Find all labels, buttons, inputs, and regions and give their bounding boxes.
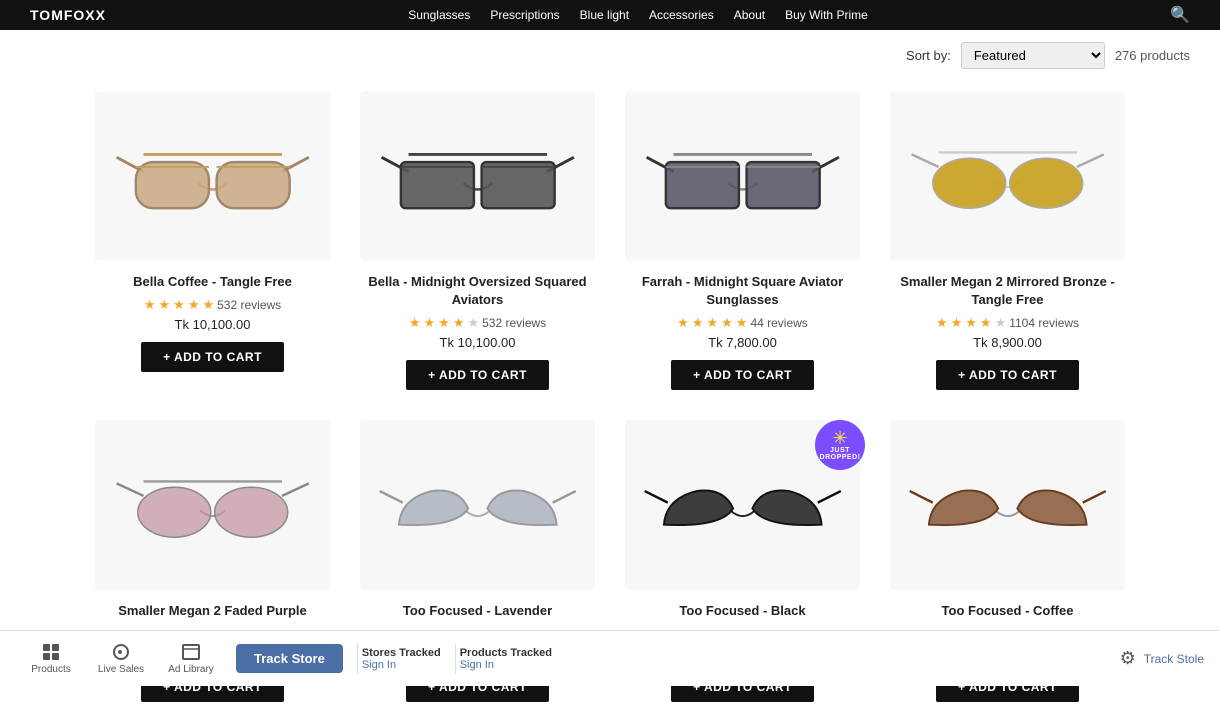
star: ★ — [467, 315, 479, 331]
just-dropped-text: JUSTDROPPED! — [820, 447, 861, 461]
star-rating: ★★★★★ 1104 reviews — [936, 315, 1079, 331]
ad-library-label: Ad Library — [168, 664, 214, 675]
live-sales-icon — [111, 642, 131, 662]
nav-about[interactable]: About — [734, 8, 765, 22]
product-image — [890, 91, 1125, 261]
nav-accessories[interactable]: Accessories — [649, 8, 714, 22]
product-name: Smaller Megan 2 Mirrored Bronze - Tangle… — [890, 273, 1125, 309]
product-name: Too Focused - Lavender — [403, 602, 552, 620]
stores-tracked-signin[interactable]: Sign In — [362, 659, 396, 671]
review-count: 1104 reviews — [1009, 316, 1079, 330]
star: ★ — [144, 297, 156, 313]
star-rating: ★★★★★ 532 reviews — [409, 315, 546, 331]
product-image — [360, 420, 595, 590]
product-price: Tk 10,100.00 — [440, 335, 516, 350]
product-name: Smaller Megan 2 Faded Purple — [118, 602, 307, 620]
products-tracked-label: Products Tracked — [460, 647, 552, 659]
separator — [357, 644, 358, 674]
product-name: Too Focused - Coffee — [942, 602, 1074, 620]
product-image — [625, 91, 860, 261]
nav-buy-with-prime[interactable]: Buy With Prime — [785, 8, 868, 22]
add-to-cart-button[interactable]: + ADD TO CART — [406, 360, 549, 390]
products-nav-item[interactable]: Products — [16, 642, 86, 675]
track-stole-text: Track Stole — [1144, 652, 1204, 666]
top-navigation: TOMFOXX Sunglasses Prescriptions Blue li… — [0, 0, 1220, 30]
add-to-cart-button[interactable]: + ADD TO CART — [936, 360, 1079, 390]
star: ★ — [424, 315, 436, 331]
star: ★ — [202, 297, 214, 313]
nav-links: Sunglasses Prescriptions Blue light Acce… — [408, 8, 868, 22]
review-count: 532 reviews — [482, 316, 546, 330]
sort-label: Sort by: — [906, 48, 951, 63]
star-rating: ★★★★★ 44 reviews — [677, 315, 808, 331]
review-count: 44 reviews — [750, 316, 807, 330]
starburst-icon: ✳ — [832, 429, 847, 447]
products-tracked-signin[interactable]: Sign In — [460, 659, 494, 671]
review-count: 532 reviews — [217, 298, 281, 312]
star: ★ — [706, 315, 718, 331]
star: ★ — [409, 315, 421, 331]
separator2 — [455, 644, 456, 674]
products-tracked-section: Products Tracked Sign In — [460, 647, 552, 671]
nav-sunglasses[interactable]: Sunglasses — [408, 8, 470, 22]
product-name: Too Focused - Black — [679, 602, 805, 620]
product-card[interactable]: Bella - Midnight Oversized Squared Aviat… — [345, 81, 610, 410]
star: ★ — [965, 315, 977, 331]
star: ★ — [188, 297, 200, 313]
star: ★ — [736, 315, 748, 331]
sort-bar: Sort by: Featured Best Selling Price: Lo… — [0, 30, 1220, 81]
product-image — [95, 420, 330, 590]
add-to-cart-button[interactable]: + ADD TO CART — [141, 342, 284, 372]
bottom-bar: Products Live Sales Ad Library Track Sto… — [0, 630, 1220, 686]
product-name: Farrah - Midnight Square Aviator Sunglas… — [625, 273, 860, 309]
brand-logo: TOMFOXX — [30, 7, 106, 23]
product-image — [890, 420, 1125, 590]
add-to-cart-button[interactable]: + ADD TO CART — [671, 360, 814, 390]
products-label: Products — [31, 664, 70, 675]
settings-icon[interactable]: ⚙ — [1120, 648, 1136, 669]
product-card[interactable]: Farrah - Midnight Square Aviator Sunglas… — [610, 81, 875, 410]
product-price: Tk 8,900.00 — [973, 335, 1042, 350]
star: ★ — [173, 297, 185, 313]
product-price: Tk 7,800.00 — [708, 335, 777, 350]
track-store-button[interactable]: Track Store — [236, 644, 343, 673]
star: ★ — [721, 315, 733, 331]
star: ★ — [951, 315, 963, 331]
product-price: Tk 10,100.00 — [175, 317, 251, 332]
star: ★ — [936, 315, 948, 331]
star: ★ — [677, 315, 689, 331]
product-image — [360, 91, 595, 261]
product-count: 276 products — [1115, 48, 1190, 63]
nav-blue-light[interactable]: Blue light — [580, 8, 629, 22]
star: ★ — [980, 315, 992, 331]
ad-library-icon — [181, 642, 201, 662]
stores-tracked-section: Stores Tracked Sign In — [362, 647, 441, 671]
sort-select[interactable]: Featured Best Selling Price: Low to High… — [961, 42, 1105, 69]
product-card[interactable]: Smaller Megan 2 Mirrored Bronze - Tangle… — [875, 81, 1140, 410]
star: ★ — [453, 315, 465, 331]
products-icon — [41, 642, 61, 662]
nav-prescriptions[interactable]: Prescriptions — [490, 8, 559, 22]
star: ★ — [995, 315, 1007, 331]
product-name: Bella - Midnight Oversized Squared Aviat… — [360, 273, 595, 309]
product-name: Bella Coffee - Tangle Free — [133, 273, 292, 291]
product-grid: Bella Coffee - Tangle Free ★★★★★ 532 rev… — [0, 81, 1220, 722]
stores-tracked-label: Stores Tracked — [362, 647, 441, 659]
star: ★ — [692, 315, 704, 331]
product-card[interactable]: Bella Coffee - Tangle Free ★★★★★ 532 rev… — [80, 81, 345, 410]
ad-library-nav-item[interactable]: Ad Library — [156, 642, 226, 675]
search-icon[interactable]: 🔍 — [1170, 5, 1190, 25]
live-sales-nav-item[interactable]: Live Sales — [86, 642, 156, 675]
live-sales-label: Live Sales — [98, 664, 144, 675]
star-rating: ★★★★★ 532 reviews — [144, 297, 281, 313]
product-image — [95, 91, 330, 261]
star: ★ — [159, 297, 171, 313]
star: ★ — [438, 315, 450, 331]
